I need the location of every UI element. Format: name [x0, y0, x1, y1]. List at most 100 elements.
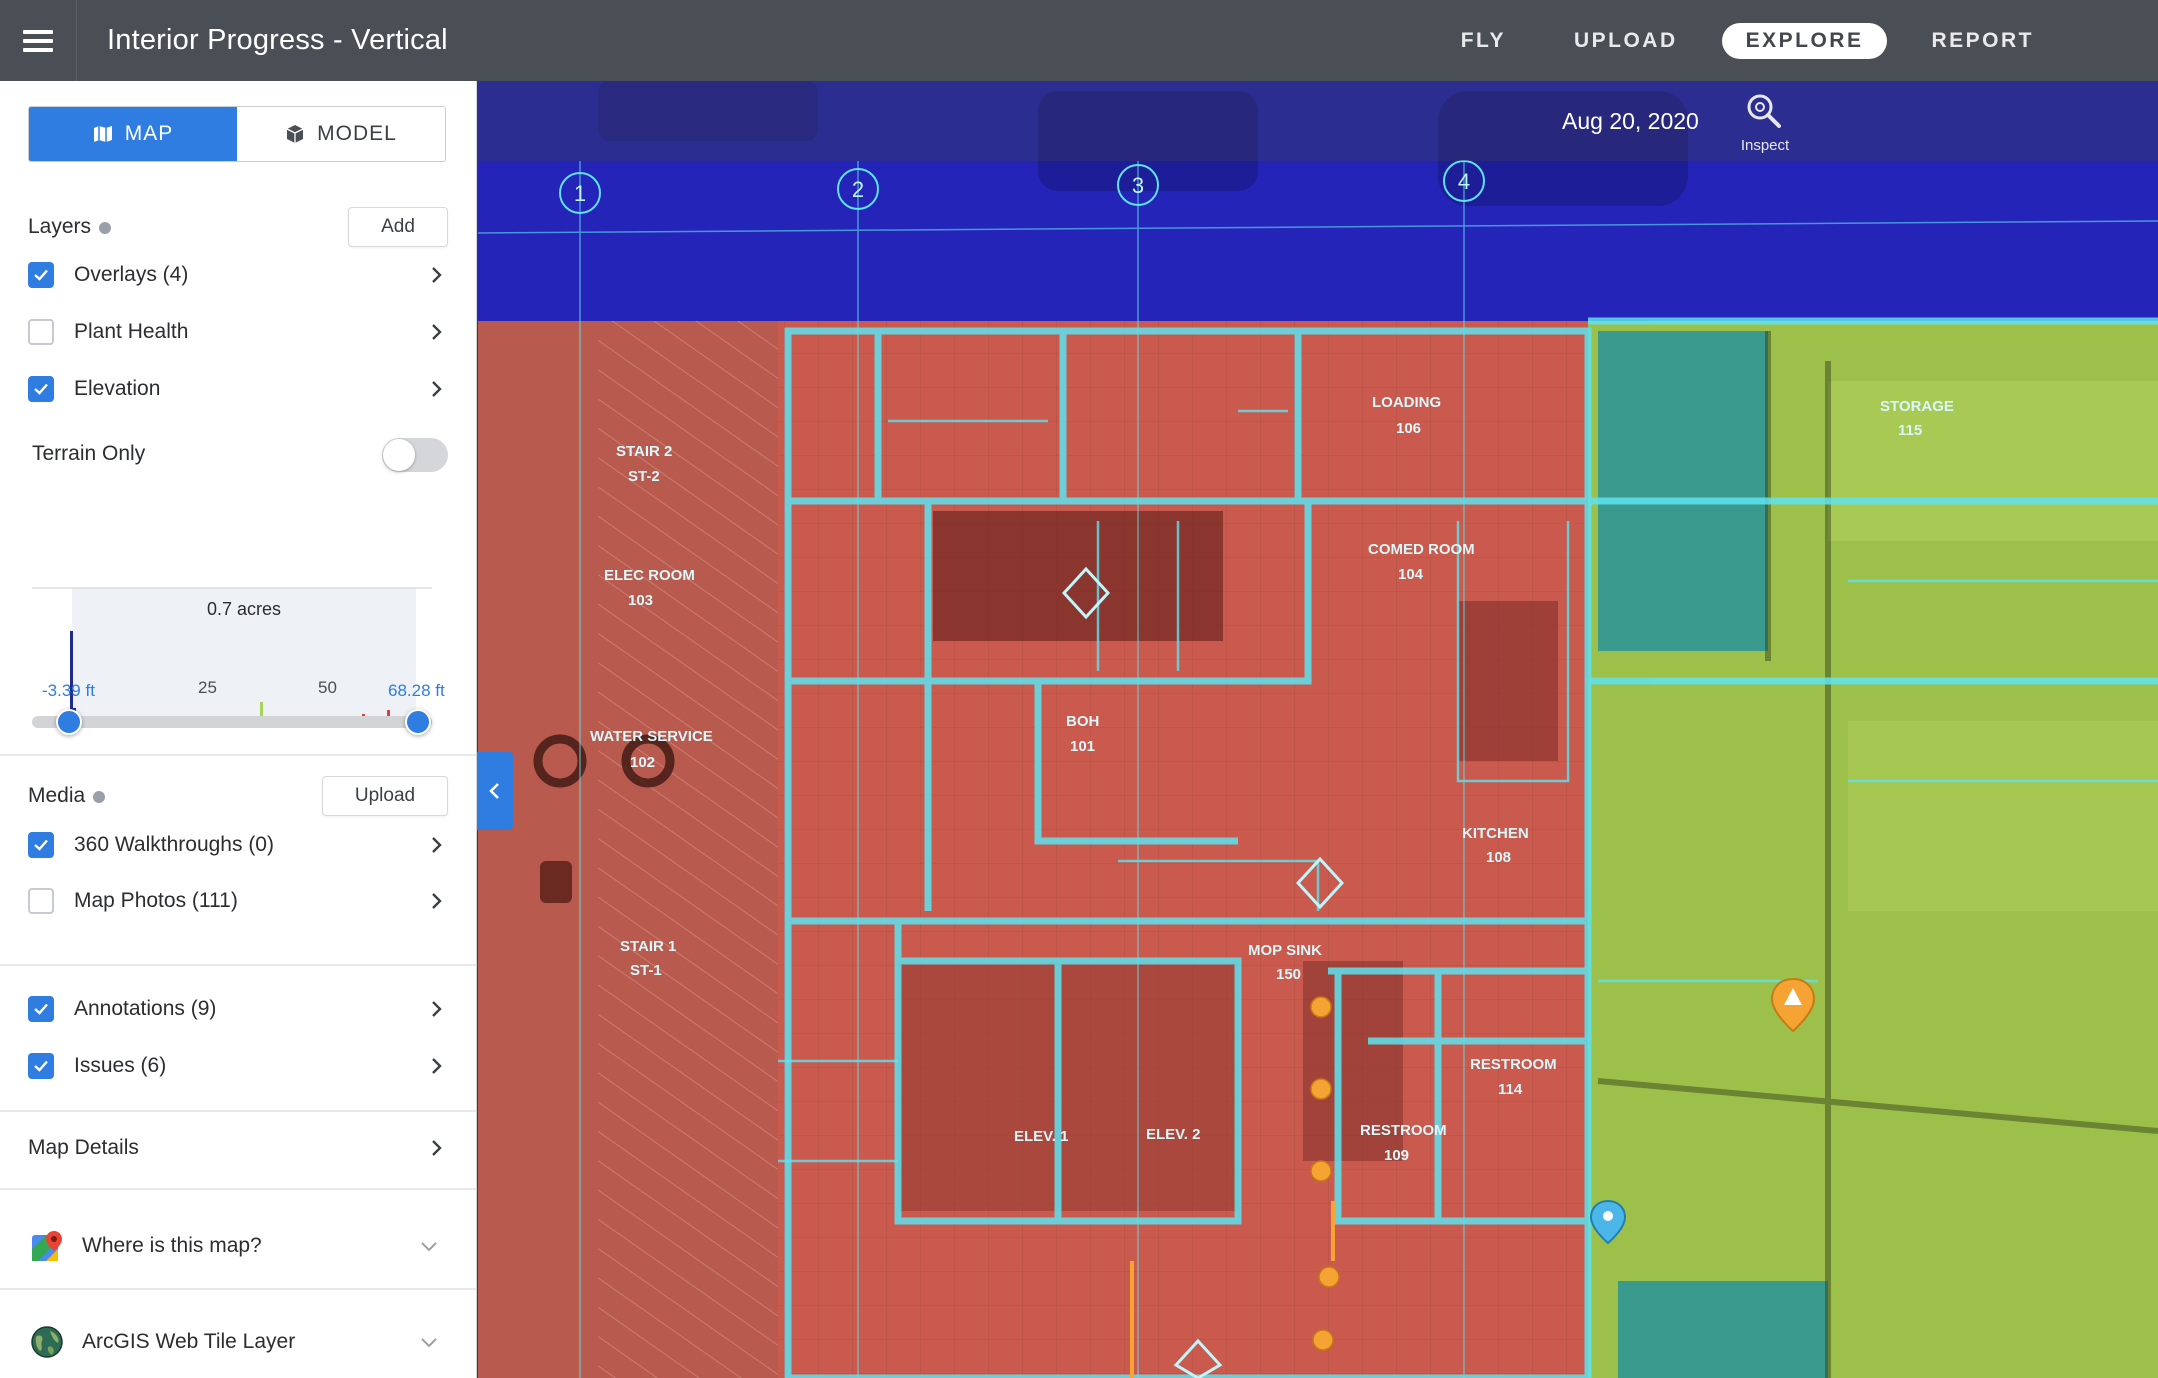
plant-health-label: Plant Health — [74, 320, 189, 343]
room-number: 115 — [1898, 422, 1922, 439]
room-label: LOADING — [1372, 394, 1441, 411]
layer-row-plant-health[interactable]: Plant Health — [28, 312, 448, 352]
annotations-row[interactable]: Annotations (9) — [28, 989, 448, 1029]
grid-label-3: 3 — [1132, 173, 1144, 198]
nav-explore[interactable]: EXPLORE — [1721, 22, 1888, 59]
hatched-sidewalk — [598, 321, 778, 1378]
chevron-down-icon[interactable] — [418, 1331, 440, 1353]
chevron-right-icon[interactable] — [424, 889, 448, 913]
room-label: STAIR 2 — [616, 443, 672, 460]
chevron-down-icon[interactable] — [418, 1235, 440, 1257]
room-number: 101 — [1070, 738, 1095, 755]
room-number: 108 — [1486, 849, 1511, 866]
elevation-tick-50: 50 — [318, 678, 337, 697]
view-toggle: MAP MODEL — [28, 106, 446, 162]
walkthroughs-checkbox[interactable] — [28, 832, 54, 858]
top-bar: Interior Progress - Vertical FLY UPLOAD … — [0, 0, 2158, 81]
media-row-photos[interactable]: Map Photos (111) — [28, 881, 448, 921]
elevation-slider-min-handle[interactable] — [56, 709, 82, 735]
elevation-label: Elevation — [74, 377, 161, 400]
room-label: ELEV. 1 — [1014, 1128, 1068, 1145]
plant-health-checkbox[interactable] — [28, 319, 54, 345]
map-canvas[interactable]: 1 2 3 4 STAIR 2 ST-2 LOADING 106 STORAGE… — [478, 81, 2158, 1378]
green-block — [1848, 721, 2158, 911]
chevron-right-icon[interactable] — [424, 377, 448, 401]
room-number: ST-2 — [628, 468, 660, 485]
capture-date[interactable]: Aug 20, 2020 — [1562, 108, 1699, 135]
annotations-checkbox[interactable] — [28, 996, 54, 1022]
overlays-checkbox[interactable] — [28, 262, 54, 288]
chevron-right-icon[interactable] — [424, 263, 448, 287]
elevation-slider-max-handle[interactable] — [405, 709, 431, 735]
where-is-map-label: Where is this map? — [82, 1234, 262, 1257]
collapse-sidebar-button[interactable] — [477, 752, 513, 830]
menu-button[interactable] — [0, 0, 77, 81]
elevation-area-label: 0.7 acres — [207, 599, 281, 619]
map-photos-label: Map Photos (111) — [74, 889, 238, 912]
arcgis-layer-label: ArcGIS Web Tile Layer — [82, 1330, 296, 1353]
nav-upload[interactable]: UPLOAD — [1550, 23, 1702, 59]
map-details-row[interactable]: Map Details — [28, 1128, 448, 1168]
room-number: 102 — [630, 754, 655, 771]
chevron-right-icon[interactable] — [424, 997, 448, 1021]
room-label: RESTROOM — [1470, 1056, 1557, 1073]
room-number: 103 — [628, 592, 653, 609]
room-number: 106 — [1396, 420, 1421, 437]
room-number: 150 — [1276, 966, 1301, 983]
upload-media-button[interactable]: Upload — [322, 776, 448, 816]
chevron-right-icon[interactable] — [424, 1054, 448, 1078]
issue-marker[interactable] — [1318, 1266, 1340, 1288]
model-view-button[interactable]: MODEL — [237, 107, 445, 161]
terrain-only-label: Terrain Only — [32, 442, 146, 465]
terrain-only-toggle[interactable] — [382, 438, 448, 472]
chevron-left-icon — [489, 783, 499, 799]
main-nav: FLY UPLOAD EXPLORE REPORT — [1417, 0, 2058, 81]
chevron-right-icon[interactable] — [424, 1136, 448, 1160]
layers-sidebar: MAP MODEL Layers Add Overlays (4) Plant … — [0, 81, 477, 1378]
issue-marker[interactable] — [1310, 1160, 1332, 1182]
dark-room — [1458, 601, 1558, 761]
grid-label-1: 1 — [574, 181, 586, 206]
info-icon[interactable] — [99, 222, 112, 234]
arcgis-layer-row[interactable]: ArcGIS Web Tile Layer — [30, 1317, 450, 1367]
issues-row[interactable]: Issues (6) — [28, 1046, 448, 1086]
elevation-checkbox[interactable] — [28, 376, 54, 402]
issue-marker[interactable] — [1312, 1329, 1334, 1351]
toggle-knob — [383, 439, 415, 471]
room-number: 109 — [1384, 1147, 1409, 1164]
globe-icon — [31, 1326, 63, 1358]
histogram-bar — [70, 631, 73, 716]
elevation-slider-track[interactable] — [32, 716, 432, 728]
chevron-right-icon[interactable] — [424, 833, 448, 857]
media-row-360[interactable]: 360 Walkthroughs (0) — [28, 825, 448, 865]
issues-checkbox[interactable] — [28, 1053, 54, 1079]
magnifier-icon — [1747, 94, 1781, 128]
inspect-button[interactable]: Inspect — [1732, 92, 1798, 154]
layer-row-overlays[interactable]: Overlays (4) — [28, 255, 448, 295]
issue-marker[interactable] — [1310, 1078, 1332, 1100]
map-view-button[interactable]: MAP — [29, 107, 237, 161]
room-number: ST-1 — [630, 962, 662, 979]
add-layer-button[interactable]: Add — [348, 207, 448, 247]
walkthroughs-label: 360 Walkthroughs (0) — [74, 833, 274, 856]
issues-label: Issues (6) — [74, 1054, 167, 1077]
annotations-label: Annotations (9) — [74, 997, 217, 1020]
check-icon — [34, 269, 48, 281]
elevation-tick-25: 25 — [198, 678, 217, 697]
hamburger-icon — [23, 29, 53, 52]
layer-row-elevation[interactable]: Elevation — [28, 369, 448, 409]
map-date-bar — [478, 81, 2158, 161]
room-label: STAIR 1 — [620, 938, 676, 955]
nav-report[interactable]: REPORT — [1907, 23, 2058, 59]
map-photos-checkbox[interactable] — [28, 888, 54, 914]
where-is-map-row[interactable]: Where is this map? — [30, 1221, 450, 1271]
section-divider — [0, 754, 476, 756]
info-icon[interactable] — [93, 791, 106, 803]
overlays-label: Overlays (4) — [74, 263, 189, 286]
photo-pin-dot — [1603, 1211, 1613, 1221]
section-divider — [0, 1188, 476, 1190]
chevron-right-icon[interactable] — [424, 320, 448, 344]
nav-fly[interactable]: FLY — [1437, 23, 1530, 59]
issue-marker[interactable] — [1310, 996, 1332, 1018]
room-label: ELEV. 2 — [1146, 1126, 1200, 1143]
